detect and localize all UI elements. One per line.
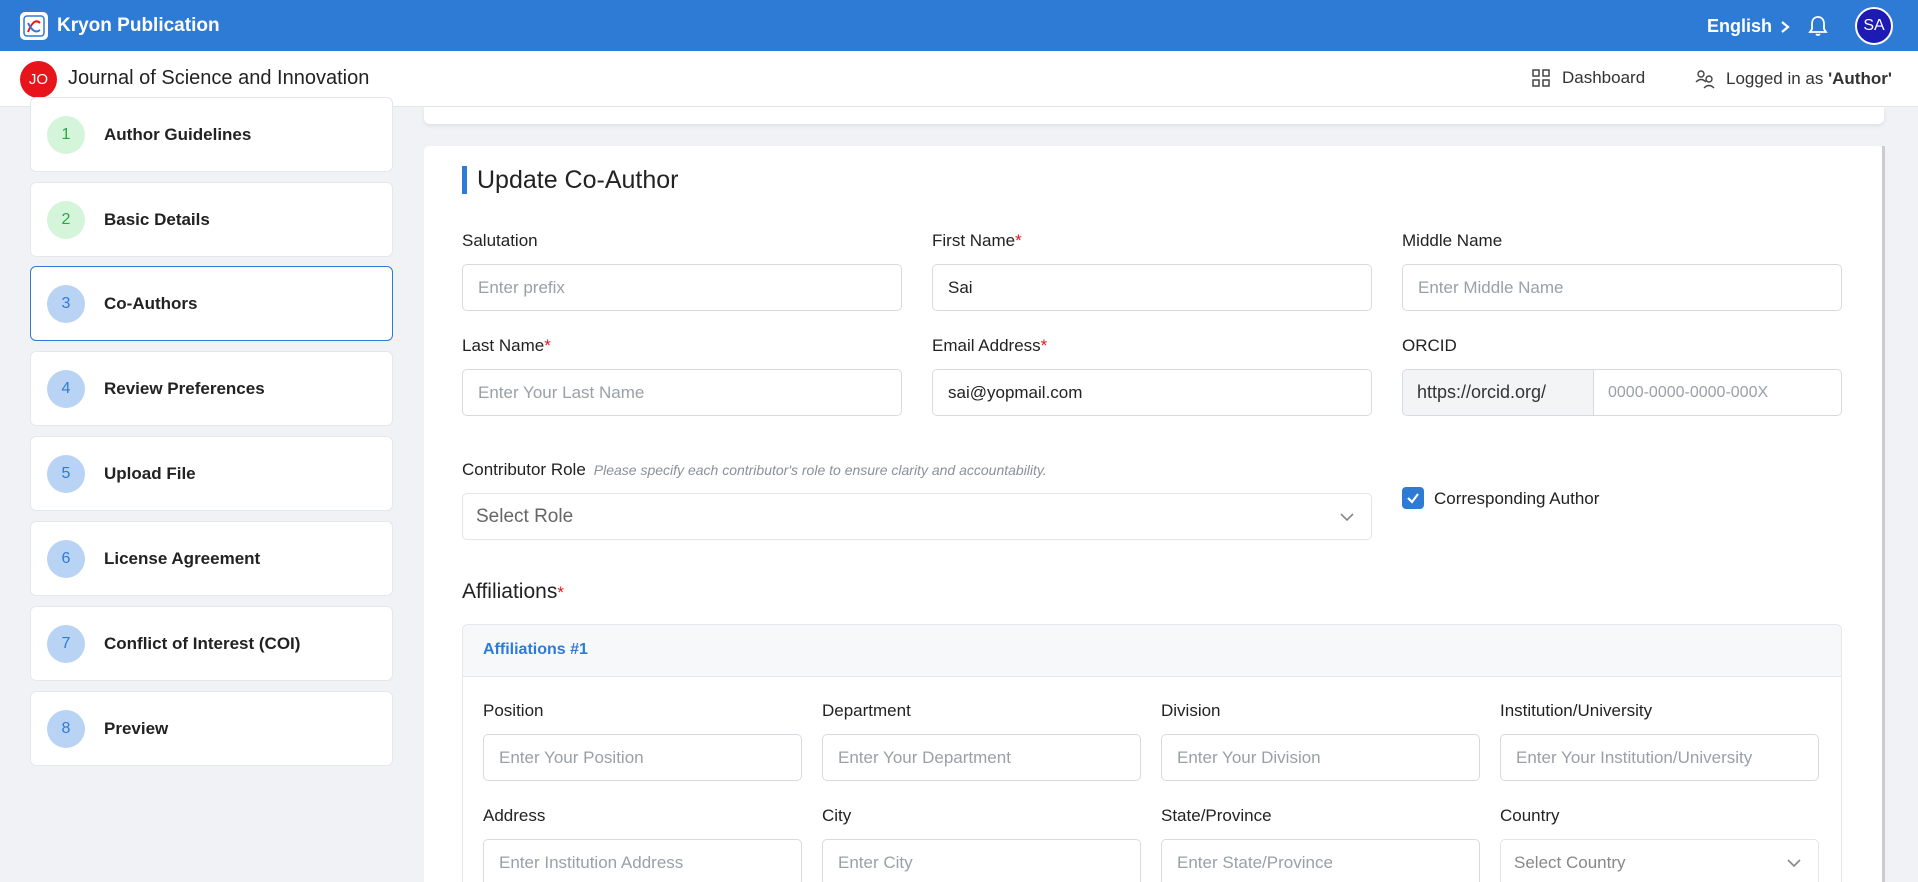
email-label: Email Address*	[932, 336, 1048, 355]
affiliation-block: Affiliations #1 Position Enter Your Posi…	[462, 624, 1842, 882]
step-label: License Agreement	[104, 549, 261, 568]
journal-title: Journal of Science and Innovation	[68, 67, 370, 89]
journal-badge: JO	[20, 61, 57, 98]
step-preview[interactable]: 8 Preview	[30, 691, 393, 766]
step-number: 7	[47, 625, 85, 663]
step-co-authors[interactable]: 3 Co-Authors	[30, 266, 393, 341]
step-number: 5	[47, 455, 85, 493]
step-number: 1	[47, 116, 85, 154]
update-co-author-panel: Update Co-Author Salutation Enter prefix…	[424, 146, 1884, 882]
user-switch-icon	[1695, 70, 1715, 89]
last-name-label: Last Name*	[462, 336, 551, 355]
step-upload-file[interactable]: 5 Upload File	[30, 436, 393, 511]
top-navbar: Kryon Publication English SA	[0, 0, 1918, 51]
step-label: Preview	[104, 719, 169, 738]
orcid-input[interactable]: 0000-0000-0000-000X	[1594, 369, 1842, 416]
orcid-prefix: https://orcid.org/	[1402, 369, 1594, 416]
step-label: Upload File	[104, 464, 196, 483]
city-label: City	[822, 806, 852, 825]
affiliation-block-header: Affiliations #1	[463, 625, 1841, 677]
step-label: Author Guidelines	[104, 125, 252, 144]
check-icon	[1407, 493, 1419, 504]
chevron-right-icon	[1781, 20, 1790, 33]
step-label: Basic Details	[104, 210, 210, 229]
affiliations-title: Affiliations*	[462, 580, 564, 603]
user-avatar[interactable]: SA	[1855, 7, 1893, 45]
address-label: Address	[483, 806, 546, 825]
position-label: Position	[483, 701, 544, 720]
institution-input[interactable]: Enter Your Institution/University	[1500, 734, 1819, 781]
department-input[interactable]: Enter Your Department	[822, 734, 1141, 781]
step-number: 6	[47, 540, 85, 578]
step-number: 2	[47, 201, 85, 239]
step-number: 8	[47, 710, 85, 748]
orcid-label: ORCID	[1402, 336, 1457, 355]
country-select[interactable]: Select Country	[1500, 839, 1819, 882]
brand-name[interactable]: Kryon Publication	[57, 15, 220, 37]
middle-name-label: Middle Name	[1402, 231, 1503, 250]
step-label: Co-Authors	[104, 294, 198, 313]
step-review-preferences[interactable]: 4 Review Preferences	[30, 351, 393, 426]
corresponding-author-label: Corresponding Author	[1434, 489, 1600, 508]
contributor-role-placeholder: Select Role	[476, 506, 574, 527]
step-number: 3	[47, 285, 85, 323]
salutation-input[interactable]: Enter prefix	[462, 264, 902, 311]
step-license-agreement[interactable]: 6 License Agreement	[30, 521, 393, 596]
city-input[interactable]: Enter City	[822, 839, 1141, 882]
email-input[interactable]: sai@yopmail.com	[932, 369, 1372, 416]
scrollbar[interactable]	[1882, 146, 1885, 882]
section-title: Update Co-Author	[462, 166, 679, 194]
chevron-down-icon	[1787, 859, 1801, 868]
first-name-input[interactable]: Sai	[932, 264, 1372, 311]
logged-prefix: Logged in as	[1726, 69, 1829, 88]
division-input[interactable]: Enter Your Division	[1161, 734, 1480, 781]
brand-logo-icon[interactable]	[20, 12, 48, 40]
salutation-label: Salutation	[462, 231, 538, 250]
step-author-guidelines[interactable]: 1 Author Guidelines	[30, 97, 393, 172]
first-name-label: First Name*	[932, 231, 1022, 250]
logged-role: 'Author'	[1828, 69, 1892, 88]
institution-label: Institution/University	[1500, 701, 1653, 720]
middle-name-input[interactable]: Enter Middle Name	[1402, 264, 1842, 311]
step-number: 4	[47, 370, 85, 408]
contributor-role-label: Contributor Role Please specify each cont…	[462, 460, 1047, 479]
dashboard-label: Dashboard	[1562, 68, 1646, 87]
grid-icon	[1532, 69, 1550, 87]
corresponding-author-checkbox[interactable]	[1402, 487, 1424, 509]
contributor-role-hint: Please specify each contributor's role t…	[593, 462, 1047, 478]
address-input[interactable]: Enter Institution Address	[483, 839, 802, 882]
language-label: English	[1707, 16, 1773, 36]
state-input[interactable]: Enter State/Province	[1161, 839, 1480, 882]
step-basic-details[interactable]: 2 Basic Details	[30, 182, 393, 257]
step-label: Conflict of Interest (COI)	[104, 634, 301, 653]
country-placeholder: Select Country	[1514, 853, 1626, 872]
dashboard-link[interactable]: Dashboard	[1532, 68, 1645, 88]
last-name-input[interactable]: Enter Your Last Name	[462, 369, 902, 416]
division-label: Division	[1161, 701, 1221, 720]
bell-icon[interactable]	[1806, 14, 1830, 38]
step-label: Review Preferences	[104, 379, 265, 398]
step-conflict-of-interest[interactable]: 7 Conflict of Interest (COI)	[30, 606, 393, 681]
department-label: Department	[822, 701, 911, 720]
state-label: State/Province	[1161, 806, 1272, 825]
logged-in-indicator: Logged in as 'Author'	[1694, 68, 1892, 90]
previous-panel	[424, 107, 1884, 124]
contributor-role-select[interactable]: Select Role	[462, 493, 1372, 540]
position-input[interactable]: Enter Your Position	[483, 734, 802, 781]
chevron-down-icon	[1340, 513, 1354, 522]
country-label: Country	[1500, 806, 1560, 825]
affiliation-block-title: Affiliations #1	[483, 641, 588, 658]
language-selector[interactable]: English	[1707, 16, 1790, 37]
